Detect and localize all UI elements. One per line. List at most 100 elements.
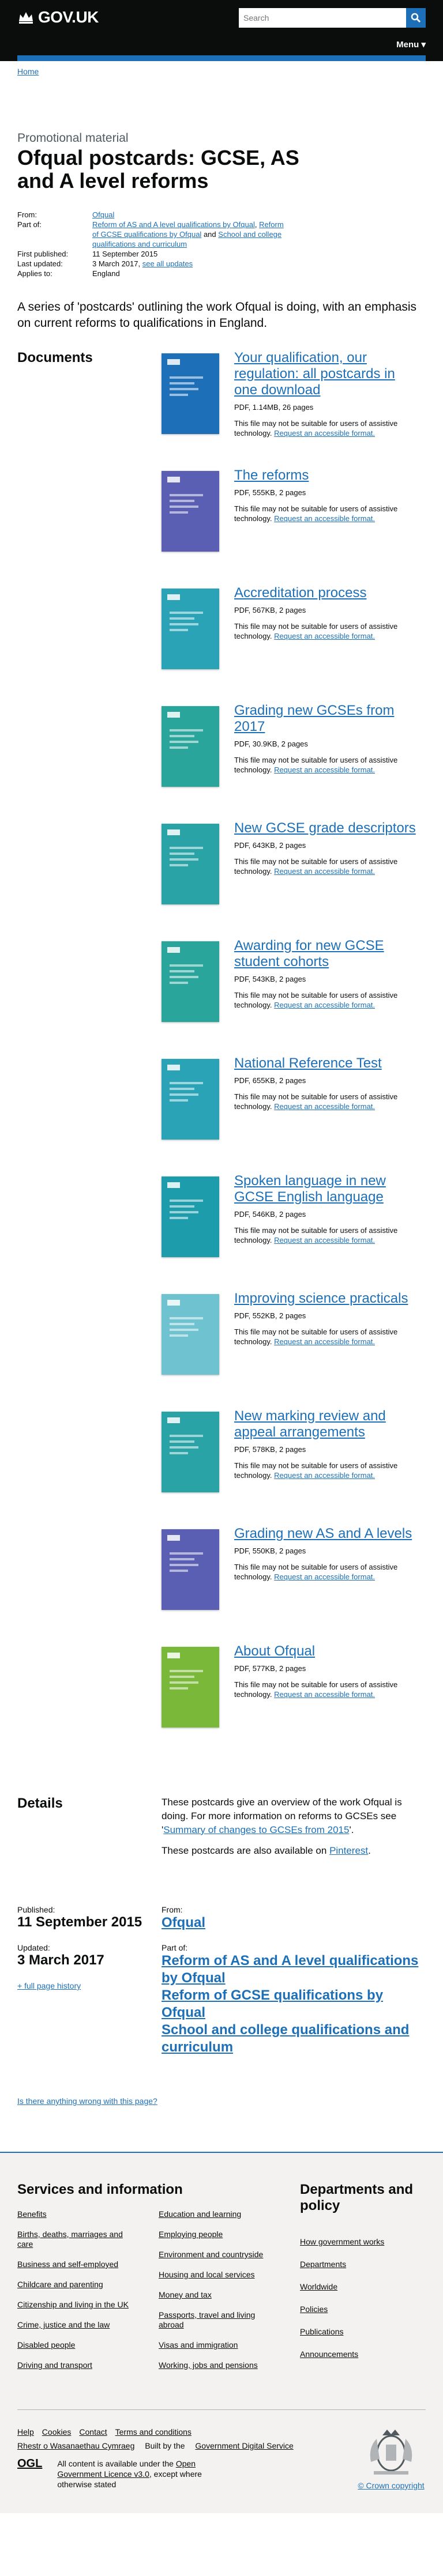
footer-link[interactable]: Contact <box>79 2427 107 2437</box>
departments-heading: Departments and policy <box>300 2182 414 2213</box>
welsh-services-link[interactable]: Rhestr o Wasanaethau Cymraeg <box>17 2441 134 2450</box>
ofqual-badge <box>167 1065 180 1070</box>
document-title-link[interactable]: About Ofqual <box>234 1643 419 1659</box>
govuk-logo[interactable]: GOV.UK <box>17 8 99 27</box>
accessibility-note: This file may not be suitable for users … <box>234 1092 419 1111</box>
request-accessible-format-link[interactable]: Request an accessible format. <box>274 1102 375 1111</box>
footer-service-link[interactable]: Visas and immigration <box>159 2340 280 2350</box>
document-thumbnail[interactable] <box>162 353 219 434</box>
search-button[interactable] <box>406 8 426 28</box>
footer-department-link[interactable]: Publications <box>300 2327 386 2337</box>
breadcrumb-home[interactable]: Home <box>17 67 39 76</box>
footer-department-link[interactable]: Announcements <box>300 2349 386 2359</box>
from-link[interactable]: Ofqual <box>162 1914 421 1932</box>
footer-link[interactable]: Terms and conditions <box>115 2427 192 2437</box>
services-column: Education and learning Employing people En… <box>159 2209 300 2381</box>
document-thumbnail[interactable] <box>162 471 219 552</box>
site-footer: Services and information Benefits Births,… <box>0 2152 443 2513</box>
see-all-updates-link[interactable]: see all updates <box>142 259 193 268</box>
document-title-link[interactable]: Your qualification, our regulation: all … <box>234 350 419 398</box>
meta-from-label: From: <box>17 210 37 219</box>
request-accessible-format-link[interactable]: Request an accessible format. <box>274 1001 375 1009</box>
footer-service-link[interactable]: Passports, travel and living abroad <box>159 2310 280 2330</box>
document-file-meta: PDF, 552KB, 2 pages <box>234 1311 306 1320</box>
ofqual-badge <box>167 1182 180 1188</box>
updated-label: Updated: <box>17 1943 50 1952</box>
document-thumbnail[interactable] <box>162 1647 219 1728</box>
built-by-text: Built by the <box>145 2441 187 2450</box>
document-thumbnail[interactable] <box>162 589 219 669</box>
document-title-link[interactable]: The reforms <box>234 467 419 484</box>
document-file-meta: PDF, 1.14MB, 26 pages <box>234 403 314 412</box>
meta-from-link[interactable]: Ofqual <box>92 210 114 219</box>
footer-link[interactable]: Cookies <box>42 2427 72 2437</box>
document-title-link[interactable]: Accreditation process <box>234 585 419 601</box>
footer-service-link[interactable]: Driving and transport <box>17 2360 138 2370</box>
document-thumbnail[interactable] <box>162 1529 219 1610</box>
document-thumbnail[interactable] <box>162 941 219 1022</box>
part-of-link[interactable]: Reform of GCSE qualifications by Ofqual <box>162 1987 421 2021</box>
document-title-link[interactable]: Grading new AS and A levels <box>234 1526 419 1542</box>
document-thumbnail[interactable] <box>162 1412 219 1492</box>
document-info: Improving science practicals PDF, 552KB, … <box>234 1291 419 1408</box>
footer-service-link[interactable]: Employing people <box>159 2230 280 2239</box>
request-accessible-format-link[interactable]: Request an accessible format. <box>274 1337 375 1346</box>
page-title: Ofqual postcards: GCSE, AS and A level r… <box>17 146 299 193</box>
footer-service-link[interactable]: Benefits <box>17 2209 138 2219</box>
request-accessible-format-link[interactable]: Request an accessible format. <box>274 867 375 876</box>
document-info: Awarding for new GCSE student cohorts PDF… <box>234 938 419 1055</box>
search-input[interactable] <box>239 8 406 28</box>
footer-department-link[interactable]: Departments <box>300 2260 386 2269</box>
document-thumbnail[interactable] <box>162 706 219 787</box>
request-accessible-format-link[interactable]: Request an accessible format. <box>274 765 375 774</box>
thumbnail-lines <box>170 847 211 870</box>
footer-link[interactable]: Help <box>17 2427 34 2437</box>
footer-department-link[interactable]: Policies <box>300 2305 386 2314</box>
document-title-link[interactable]: Spoken language in new GCSE English lang… <box>234 1173 419 1205</box>
request-accessible-format-link[interactable]: Request an accessible format. <box>274 632 375 640</box>
part-of-link[interactable]: Reform of AS and A level qualifications … <box>162 1952 421 1987</box>
part-of-link[interactable]: School and college qualifications and cu… <box>162 2021 421 2056</box>
footer-service-link[interactable]: Childcare and parenting <box>17 2280 138 2290</box>
document-title-link[interactable]: Grading new GCSEs from 2017 <box>234 703 419 735</box>
document-title-link[interactable]: New GCSE grade descriptors <box>234 820 419 836</box>
pinterest-link[interactable]: Pinterest <box>329 1845 368 1856</box>
document-thumbnail[interactable] <box>162 1294 219 1375</box>
document-thumbnail[interactable] <box>162 1176 219 1257</box>
footer-service-link[interactable]: Business and self-employed <box>17 2260 138 2269</box>
document-thumbnail[interactable] <box>162 1059 219 1140</box>
footer-service-link[interactable]: Disabled people <box>17 2340 138 2350</box>
request-accessible-format-link[interactable]: Request an accessible format. <box>274 1690 375 1699</box>
meta-part-of-link[interactable]: Reform of AS and A level qualifications … <box>92 220 255 229</box>
document-file-meta: PDF, 550KB, 2 pages <box>234 1547 306 1555</box>
footer-department-link[interactable]: Worldwide <box>300 2282 386 2292</box>
footer-service-link[interactable]: Environment and countryside <box>159 2250 280 2260</box>
full-history-link[interactable]: + full page history <box>17 1981 81 1990</box>
document-title-link[interactable]: New marking review and appeal arrangemen… <box>234 1408 419 1440</box>
document-thumbnail[interactable] <box>162 824 219 904</box>
crown-copyright-link[interactable]: © Crown copyright <box>358 2481 424 2490</box>
footer-department-link[interactable]: How government works <box>300 2237 386 2247</box>
request-accessible-format-link[interactable]: Request an accessible format. <box>274 1236 375 1244</box>
document-title-link[interactable]: Awarding for new GCSE student cohorts <box>234 938 419 970</box>
footer-service-link[interactable]: Crime, justice and the law <box>17 2320 138 2330</box>
crown-icon <box>19 12 33 24</box>
footer-service-link[interactable]: Housing and local services <box>159 2270 280 2280</box>
request-accessible-format-link[interactable]: Request an accessible format. <box>274 514 375 523</box>
footer-service-link[interactable]: Citizenship and living in the UK <box>17 2300 138 2310</box>
footer-service-link[interactable]: Money and tax <box>159 2290 280 2300</box>
footer-service-link[interactable]: Education and learning <box>159 2209 280 2219</box>
report-problem-link[interactable]: Is there anything wrong with this page? <box>17 2096 157 2106</box>
request-accessible-format-link[interactable]: Request an accessible format. <box>274 1471 375 1480</box>
footer-service-link[interactable]: Working, jobs and pensions <box>159 2360 280 2370</box>
summary-of-changes-link[interactable]: Summary of changes to GCSEs from 2015 <box>163 1824 349 1835</box>
document-file-meta: PDF, 577KB, 2 pages <box>234 1664 306 1673</box>
gds-link[interactable]: Government Digital Service <box>195 2441 293 2450</box>
document-title-link[interactable]: Improving science practicals <box>234 1291 419 1307</box>
meta-last-updated-label: Last updated: <box>17 259 63 268</box>
menu-button[interactable]: Menu ▾ <box>396 39 426 50</box>
document-title-link[interactable]: National Reference Test <box>234 1055 419 1072</box>
footer-service-link[interactable]: Births, deaths, marriages and care <box>17 2230 138 2249</box>
request-accessible-format-link[interactable]: Request an accessible format. <box>274 1572 375 1581</box>
request-accessible-format-link[interactable]: Request an accessible format. <box>274 429 375 437</box>
